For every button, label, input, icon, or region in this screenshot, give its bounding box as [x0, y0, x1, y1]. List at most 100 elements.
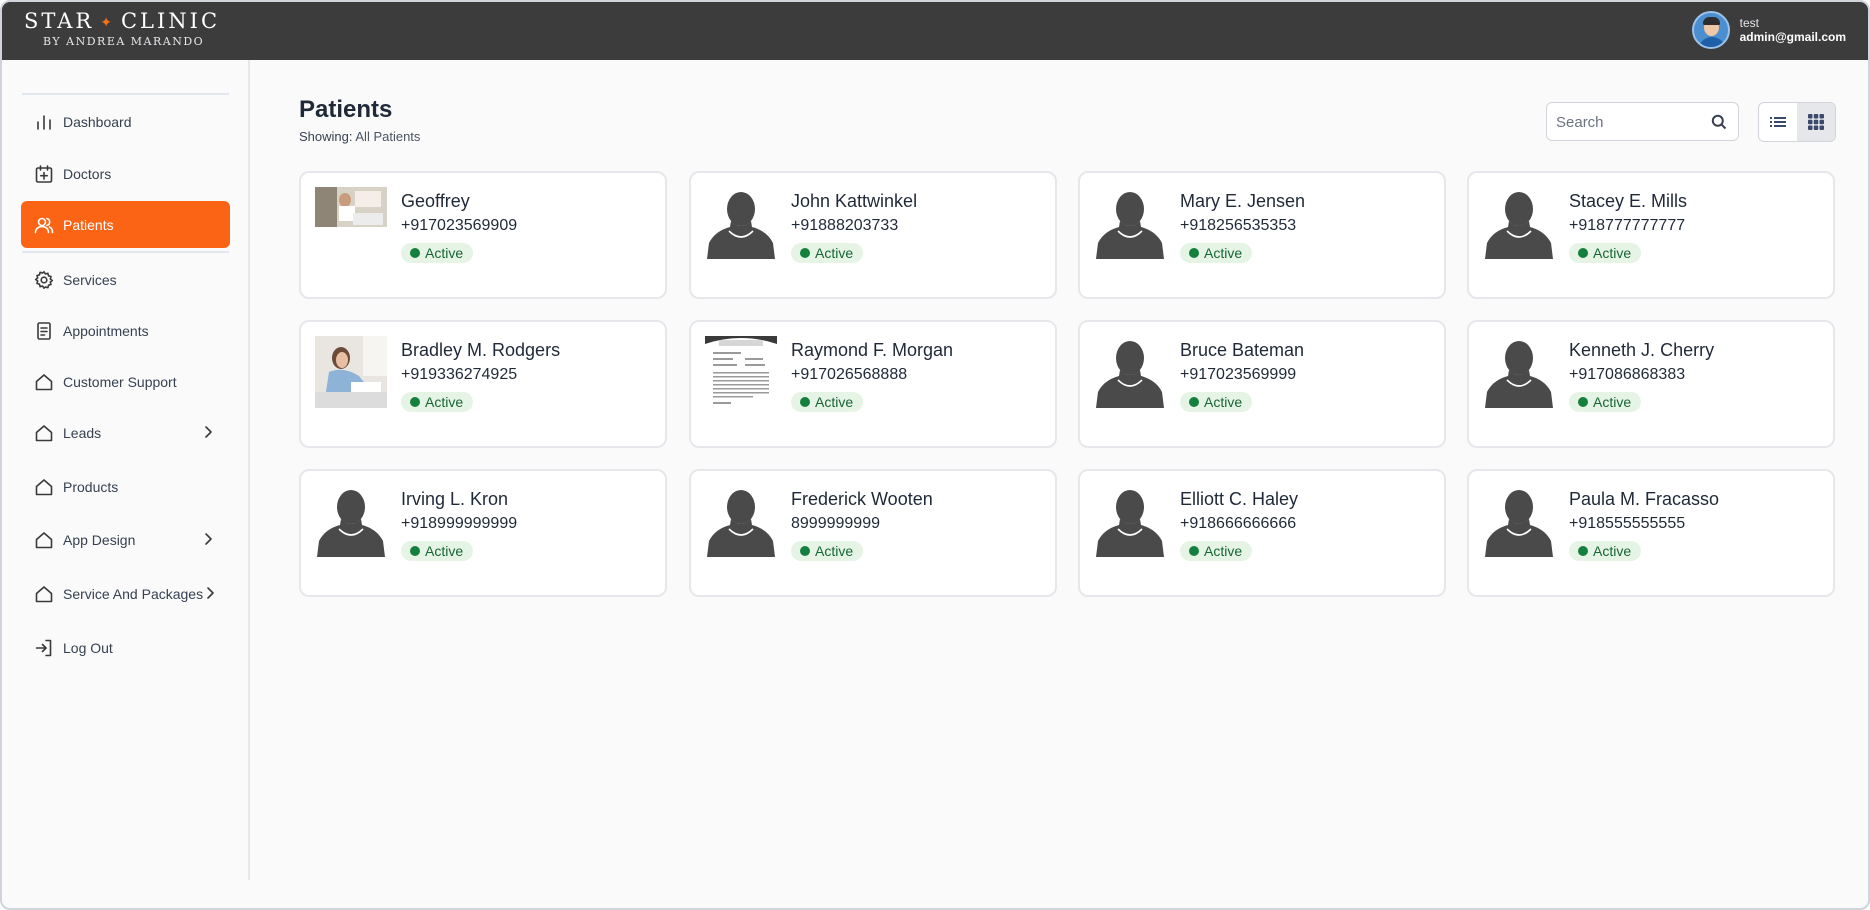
- document-icon: [33, 320, 55, 342]
- star-icon: ✦: [100, 14, 115, 31]
- patient-photo: [315, 187, 387, 259]
- sidebar-item-app-design[interactable]: App Design: [21, 516, 230, 563]
- patient-card[interactable]: Kenneth J. Cherry +917086868383 Active: [1467, 320, 1835, 448]
- patient-phone: +91888203733: [791, 217, 899, 234]
- patient-phone: +917023569999: [1180, 366, 1297, 383]
- showing-label: Showing:: [299, 129, 353, 144]
- patient-name: Mary E. Jensen: [1180, 191, 1306, 211]
- search-input[interactable]: [1556, 111, 1706, 133]
- status-dot-icon: [1189, 248, 1199, 258]
- status-badge: Active: [1569, 243, 1642, 263]
- avatar-placeholder-icon: [1483, 485, 1555, 557]
- chevron-right-icon[interactable]: [200, 424, 216, 440]
- chevron-right-icon[interactable]: [202, 585, 218, 601]
- status-badge: Active: [791, 243, 864, 263]
- patient-card[interactable]: Bradley M. Rodgers +919336274925 Active: [299, 320, 667, 448]
- sidebar-item-label: Service And Packages: [63, 585, 204, 602]
- sidebar-item-label: Services: [63, 271, 117, 288]
- search-icon[interactable]: [1710, 113, 1728, 131]
- sidebar-item-doctors[interactable]: Doctors: [21, 150, 230, 197]
- status-badge: Active: [401, 541, 474, 561]
- status-dot-icon: [410, 397, 420, 407]
- patient-card[interactable]: Stacey E. Mills +918777777777 Active: [1467, 171, 1835, 299]
- status-badge: Active: [791, 541, 864, 561]
- status-text: Active: [815, 394, 854, 410]
- sidebar-item-label: Products: [63, 478, 119, 495]
- sidebar-item-leads[interactable]: Leads: [21, 409, 230, 456]
- patient-phone: +919336274925: [401, 366, 518, 383]
- home-icon: [33, 476, 55, 498]
- status-badge: Active: [1569, 541, 1642, 561]
- sidebar-item-label: Appointments: [63, 322, 149, 339]
- user-menu[interactable]: test admin@gmail.com: [1691, 11, 1846, 49]
- status-text: Active: [425, 245, 464, 261]
- sidebar-item-customer-support[interactable]: Customer Support: [21, 358, 230, 405]
- sidebar-item-label: Patients: [63, 216, 114, 233]
- patient-phone: +918666666666: [1180, 515, 1297, 532]
- divider: [22, 251, 229, 253]
- patient-phone: +917026568888: [791, 366, 908, 383]
- status-dot-icon: [1189, 546, 1199, 556]
- search-box[interactable]: [1546, 102, 1739, 141]
- patient-name: Irving L. Kron: [401, 489, 509, 509]
- sidebar-item-appointments[interactable]: Appointments: [21, 307, 230, 354]
- user-name: test: [1739, 16, 1759, 30]
- brand-name-right: CLINIC: [120, 9, 221, 33]
- patient-name: Geoffrey: [401, 191, 470, 211]
- view-toggle: [1758, 102, 1836, 142]
- page-title: Patients: [299, 96, 393, 123]
- brand-subtitle: BY ANDREA MARANDO: [43, 34, 205, 48]
- list-view-button[interactable]: [1759, 103, 1797, 141]
- status-text: Active: [1204, 394, 1243, 410]
- user-email: admin@gmail.com: [1739, 30, 1846, 44]
- logout-icon: [33, 637, 55, 659]
- patient-card[interactable]: Frederick Wooten 8999999999 Active: [689, 469, 1057, 597]
- app-window: STAR ✦ CLINIC BY ANDREA MARANDO test admin…: [0, 0, 1870, 910]
- sidebar-item-patients[interactable]: Patients: [21, 201, 230, 248]
- patient-card[interactable]: Raymond F. Morgan +917026568888 Active: [689, 320, 1057, 448]
- patient-card[interactable]: Bruce Bateman +917023569999 Active: [1078, 320, 1446, 448]
- sidebar: Dashboard Doctors Patients Services Appo…: [2, 60, 250, 880]
- status-dot-icon: [1578, 397, 1588, 407]
- patient-name: Paula M. Fracasso: [1569, 489, 1720, 509]
- patient-card[interactable]: Paula M. Fracasso +918555555555 Active: [1467, 469, 1835, 597]
- patient-name: Elliott C. Haley: [1180, 489, 1299, 509]
- status-dot-icon: [800, 546, 810, 556]
- brand-logo[interactable]: STAR ✦ CLINIC BY ANDREA MARANDO: [24, 10, 220, 48]
- sidebar-item-services[interactable]: Services: [21, 256, 230, 303]
- patient-card[interactable]: Irving L. Kron +918999999999 Active: [299, 469, 667, 597]
- avatar[interactable]: [1691, 11, 1730, 49]
- patient-card[interactable]: John Kattwinkel +91888203733 Active: [689, 171, 1057, 299]
- sidebar-item-label: Customer Support: [63, 373, 177, 390]
- sidebar-item-service-and-packages[interactable]: Service And Packages: [21, 570, 230, 617]
- patient-card[interactable]: Mary E. Jensen +918256535353 Active: [1078, 171, 1446, 299]
- calendar-plus-icon: [33, 163, 55, 185]
- status-dot-icon: [1189, 397, 1199, 407]
- sidebar-item-label: App Design: [63, 531, 136, 548]
- patient-phone: +917023569909: [401, 217, 518, 234]
- status-text: Active: [815, 543, 854, 559]
- status-dot-icon: [410, 248, 420, 258]
- patient-card[interactable]: Geoffrey +917023569909 Active: [299, 171, 667, 299]
- sidebar-item-log-out[interactable]: Log Out: [21, 624, 230, 671]
- sidebar-item-label: Leads: [63, 424, 102, 441]
- patient-name: John Kattwinkel: [791, 191, 918, 211]
- list-icon: [1770, 117, 1786, 127]
- avatar-placeholder-icon: [1483, 336, 1555, 408]
- home-icon: [33, 583, 55, 605]
- status-dot-icon: [410, 546, 420, 556]
- sidebar-item-products[interactable]: Products: [21, 463, 230, 510]
- grid-view-button[interactable]: [1797, 103, 1835, 141]
- sidebar-item-dashboard[interactable]: Dashboard: [21, 98, 230, 145]
- patient-phone: +918999999999: [401, 515, 518, 532]
- patient-phone: +918777777777: [1569, 217, 1686, 234]
- gear-icon: [33, 269, 55, 291]
- top-bar: STAR ✦ CLINIC BY ANDREA MARANDO test admin…: [2, 2, 1868, 60]
- divider: [22, 93, 229, 95]
- patient-phone: 8999999999: [791, 515, 880, 532]
- avatar-placeholder-icon: [1483, 187, 1555, 259]
- chevron-right-icon[interactable]: [200, 531, 216, 547]
- patient-card[interactable]: Elliott C. Haley +918666666666 Active: [1078, 469, 1446, 597]
- status-text: Active: [1204, 543, 1243, 559]
- patient-phone: +917086868383: [1569, 366, 1686, 383]
